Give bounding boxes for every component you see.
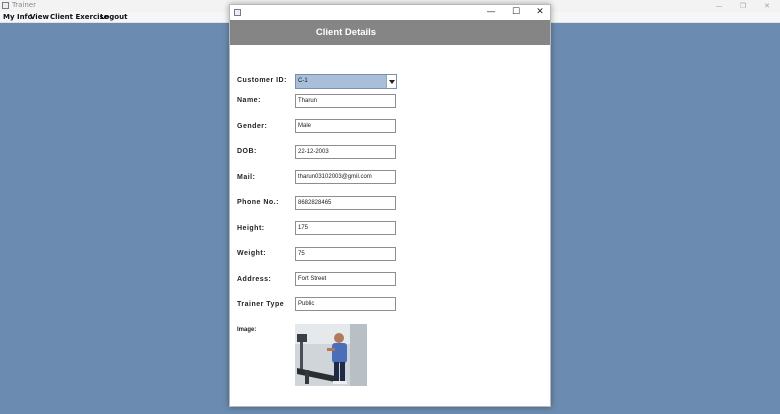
weight-field[interactable]: 75 bbox=[295, 247, 396, 261]
name-field[interactable]: Tharun bbox=[295, 94, 396, 108]
app-close-button[interactable]: ✕ bbox=[755, 0, 779, 12]
height-label: Height: bbox=[237, 225, 265, 232]
customer-id-label: Customer ID: bbox=[237, 77, 287, 84]
phone-label: Phone No.: bbox=[237, 199, 279, 206]
gender-field[interactable]: Male bbox=[295, 119, 396, 133]
mail-label: Mail: bbox=[237, 174, 256, 181]
page-title: Client Details bbox=[315, 27, 377, 38]
app-title: Trainer bbox=[12, 1, 36, 9]
address-label: Address: bbox=[237, 276, 272, 283]
menu-my-info[interactable]: My Info bbox=[3, 13, 32, 21]
dialog-header: Client Details bbox=[230, 20, 550, 45]
menu-view[interactable]: View bbox=[30, 13, 49, 21]
mail-field[interactable]: tharun03102003@gmil.com bbox=[295, 170, 396, 184]
name-label: Name: bbox=[237, 97, 261, 104]
dialog-maximize-button[interactable]: ☐ bbox=[504, 5, 528, 20]
height-field[interactable]: 175 bbox=[295, 221, 396, 235]
customer-id-value: C-1 bbox=[298, 78, 308, 84]
trainer-type-label: Trainer Type bbox=[237, 301, 285, 308]
dob-field[interactable]: 22-12-2003 bbox=[295, 145, 396, 159]
image-label: Image: bbox=[237, 327, 257, 333]
dialog-titlebar: — ☐ ✕ bbox=[230, 5, 550, 20]
client-photo-image bbox=[295, 324, 367, 386]
client-photo bbox=[295, 324, 367, 386]
customer-id-select[interactable]: C-1 bbox=[295, 74, 397, 89]
phone-field[interactable]: 8682828465 bbox=[295, 196, 396, 210]
trainer-type-field[interactable]: Public bbox=[295, 297, 396, 311]
dialog-window-icon bbox=[234, 9, 241, 16]
chevron-down-icon bbox=[389, 80, 395, 84]
dialog-close-button[interactable]: ✕ bbox=[528, 5, 552, 20]
dob-label: DOB: bbox=[237, 148, 257, 155]
gender-label: Gender: bbox=[237, 123, 268, 130]
customer-id-dropdown-button[interactable] bbox=[386, 75, 396, 88]
weight-label: Weight: bbox=[237, 250, 267, 257]
app-restore-button[interactable]: ❐ bbox=[731, 0, 755, 12]
menu-logout[interactable]: Logout bbox=[100, 13, 127, 21]
app-minimize-button[interactable]: — bbox=[707, 0, 731, 12]
address-field[interactable]: Fort Street bbox=[295, 272, 396, 286]
app-window-icon bbox=[2, 2, 9, 9]
client-details-dialog: — ☐ ✕ Client Details Customer ID: C-1 Na… bbox=[229, 4, 551, 407]
dialog-minimize-button[interactable]: — bbox=[479, 5, 503, 20]
